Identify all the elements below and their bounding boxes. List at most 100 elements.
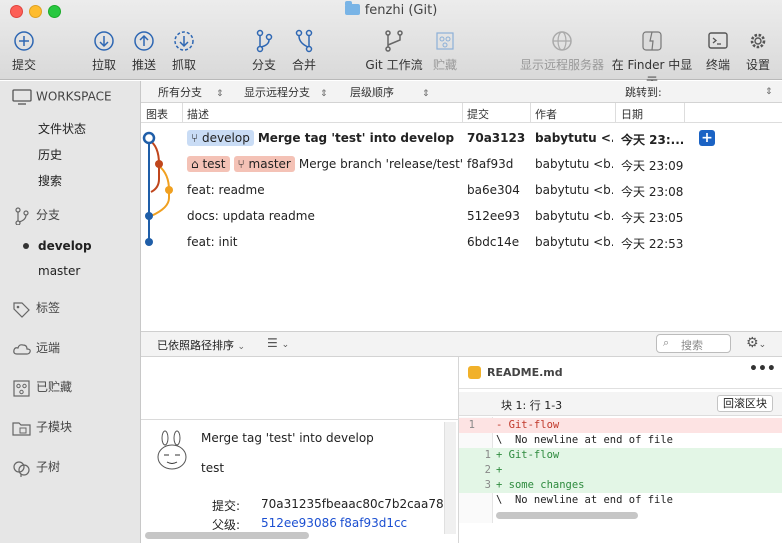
finder-icon (642, 31, 662, 51)
sidebar-item-history[interactable]: 历史 (38, 146, 62, 163)
sidebar-item-file-status[interactable]: 文件状态 (38, 120, 86, 137)
chevron-down-icon: ⌄ (237, 342, 246, 352)
commit-author: babytutu <b... (535, 235, 613, 249)
folder-icon (12, 421, 31, 436)
commit-subject: test (201, 461, 225, 475)
view-mode-select[interactable]: ☰ ⌄ (267, 336, 289, 350)
options-menu[interactable]: ⚙⌄ (746, 335, 766, 351)
parent-link[interactable]: 512ee93086 (261, 516, 337, 530)
more-options-icon[interactable]: ••• (749, 361, 776, 377)
branch-icon (15, 206, 29, 225)
diff-line-added: 1 + Git-flow (459, 448, 782, 463)
commit-button[interactable]: 提交 (7, 28, 41, 78)
stash-icon (13, 379, 30, 397)
arrow-up-circle-icon (134, 31, 154, 51)
commit-hash: 70a3123 (467, 131, 526, 145)
commit-description: feat: init (187, 235, 238, 249)
commit-row[interactable]: feat: init 6bdc14e babytutu <b... 今天 22:… (141, 229, 782, 255)
revert-hunk-button[interactable]: 回滚区块 (717, 395, 773, 412)
globe-icon (552, 31, 572, 51)
commit-author: babytutu <... (535, 131, 613, 145)
remotes-header[interactable]: 远端 (12, 339, 60, 357)
remote-branches-filter-select[interactable]: 显示远程分支 ⇕ (244, 84, 328, 100)
vertical-scrollbar[interactable] (444, 422, 456, 534)
diff-file-header: README.md ••• (459, 357, 782, 389)
column-author[interactable]: 作者 (535, 106, 557, 122)
search-input[interactable]: ⌕ 搜索 (656, 334, 731, 353)
horizontal-scrollbar[interactable] (145, 532, 309, 539)
stash-icon (436, 32, 454, 50)
stashes-header[interactable]: 已贮藏 (12, 378, 72, 397)
changed-files-list[interactable] (141, 357, 459, 420)
jump-to-label: 跳转到: (625, 86, 662, 99)
window-toolbar: fenzhi (Git) 提交 拉取 推送 抓取 分支 合并 Git 工作流 贮… (0, 0, 782, 89)
list-icon: ☰ (267, 336, 278, 350)
hunk-label: 块 1: 行 1-3 (501, 399, 563, 412)
commit-hash: 512ee93 (467, 209, 520, 223)
window-title: fenzhi (Git) (0, 1, 782, 18)
submodules-header[interactable]: 子模块 (12, 418, 72, 437)
merge-icon (295, 29, 313, 53)
sidebar-item-branch-develop[interactable]: develop (38, 239, 92, 253)
updown-chevron-icon: ⇕ (422, 89, 430, 99)
terminal-button[interactable]: 终端 (703, 28, 733, 78)
gitflow-button[interactable]: Git 工作流 (363, 28, 425, 78)
column-commit[interactable]: 提交 (467, 106, 489, 122)
commit-row[interactable]: feat: readme ba6e304 babytutu <b... 今天 2… (141, 177, 782, 203)
commit-author: babytutu <b... (535, 157, 613, 171)
show-in-finder-button[interactable]: 在 Finder 中显示 (608, 28, 696, 89)
commit-hash: 6bdc14e (467, 235, 520, 249)
commit-message: Merge tag 'test' into develop (201, 431, 374, 445)
diff-line-added: 3 + some changes (459, 478, 782, 493)
current-branch-dot-icon (23, 243, 29, 249)
settings-button[interactable]: 设置 (743, 28, 773, 78)
commit-hash: ba6e304 (467, 183, 520, 197)
commit-date: 今天 23:08 (621, 185, 683, 199)
merge-button[interactable]: 合并 (287, 28, 321, 78)
tags-header[interactable]: 标签 (12, 299, 60, 318)
commit-date: 今天 23:09 (621, 159, 683, 173)
diff-file-name: README.md (487, 366, 563, 379)
branches-header[interactable]: 分支 (12, 206, 60, 225)
workspace-header: WORKSPACE (12, 89, 112, 105)
sidebar-item-branch-master[interactable]: master (38, 264, 80, 278)
commit-date: 今天 23:... (621, 133, 683, 147)
commit-description: docs: updata readme (187, 209, 315, 223)
commit-row[interactable]: ⑂ develop Merge tag 'test' into develop 7… (141, 125, 782, 151)
diff-line-added: 2 + (459, 463, 782, 478)
fetch-button[interactable]: 抓取 (167, 28, 201, 78)
push-button[interactable]: 推送 (127, 28, 161, 78)
chevron-down-icon: ⌄ (758, 340, 767, 350)
commit-full-hash: 70a31235fbeaac80c7b2caa784 (261, 497, 452, 511)
plus-circle-icon (14, 31, 34, 51)
commit-row[interactable]: ⌂ test ⑂ master Merge branch 'release/test… (141, 151, 782, 177)
parents-label: 父级: (212, 518, 241, 532)
pull-button[interactable]: 拉取 (87, 28, 121, 78)
branches-filter-select[interactable]: 所有分支 ⇕ (158, 84, 224, 100)
commit-row[interactable]: docs: updata readme 512ee93 babytutu <b.… (141, 203, 782, 229)
stash-button[interactable]: 贮藏 (428, 28, 462, 78)
column-description[interactable]: 描述 (187, 106, 209, 122)
terminal-icon (708, 32, 728, 49)
sort-select[interactable]: 已依照路径排序 ⌄ (157, 337, 245, 353)
gitflow-icon (385, 30, 403, 52)
jump-to-select[interactable]: ⇕ (765, 84, 773, 97)
column-graph[interactable]: 图表 (146, 106, 168, 122)
branch-button[interactable]: 分支 (247, 28, 281, 78)
monitor-icon (12, 89, 32, 105)
show-remote-button[interactable]: 显示远程服务器 (519, 28, 605, 78)
branch-badge: ⑂ develop (187, 130, 254, 146)
column-date[interactable]: 日期 (621, 106, 643, 122)
parent-link[interactable]: f8af93d1cc (340, 516, 407, 530)
commit-table-header: 图表 描述 提交 作者 日期 (141, 103, 782, 123)
add-button[interactable]: + (699, 130, 715, 146)
tag-icon (13, 301, 30, 318)
diff-horizontal-scrollbar[interactable] (496, 512, 638, 519)
subtrees-header[interactable]: 子树 (12, 458, 60, 477)
branch-icon: ⑂ (191, 131, 199, 145)
commit-date: 今天 23:05 (621, 211, 683, 225)
fetch-icon (174, 31, 194, 51)
sidebar-item-search[interactable]: 搜索 (38, 172, 62, 189)
commit-description: Merge branch 'release/test' (298, 157, 464, 171)
order-select[interactable]: 层级顺序 ⇕ (350, 84, 430, 100)
